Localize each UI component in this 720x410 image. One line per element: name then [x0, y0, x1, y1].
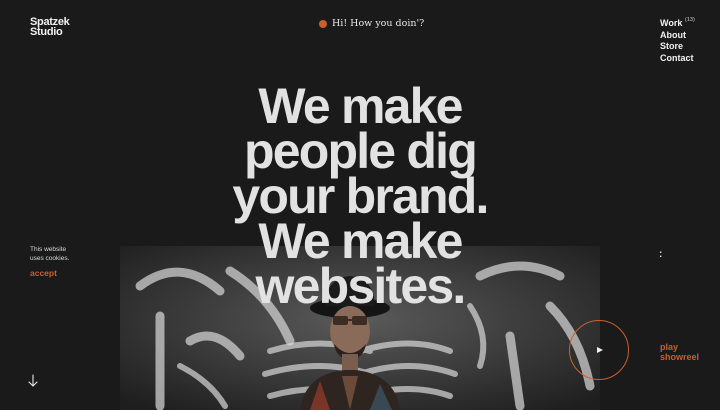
arrow-down-icon[interactable]: [27, 374, 39, 388]
main-nav: Work (13) About Store Contact: [660, 17, 695, 65]
nav-item-contact[interactable]: Contact: [660, 53, 694, 65]
cookie-accept-button[interactable]: accept: [30, 269, 69, 278]
greeting: Hi! How you doin'?: [319, 18, 424, 29]
nav-item-work[interactable]: Work (13): [660, 17, 695, 30]
cookie-notice: This website uses cookies. accept: [30, 245, 69, 278]
showreel-line-1: play: [660, 342, 679, 352]
cookie-text-line-2: uses cookies.: [30, 255, 70, 262]
play-button[interactable]: [569, 320, 629, 380]
status-dot-icon: [319, 19, 327, 28]
nav-item-work-label: Work: [660, 18, 683, 28]
nav-item-about[interactable]: About: [660, 30, 694, 42]
showreel-line-2: showreel: [660, 352, 700, 362]
side-dots: :: [659, 249, 663, 260]
cookie-text-line-1: This website: [30, 246, 67, 253]
work-count-badge: (13): [685, 17, 695, 23]
play-icon: [597, 347, 603, 353]
logo-line-2: Studio: [30, 26, 63, 38]
headline-line-5: websites.: [255, 258, 467, 314]
play-showreel-link[interactable]: play showreel: [660, 342, 699, 362]
hero-headline: We make people dig your brand. We make w…: [0, 81, 720, 314]
greeting-text: Hi! How you doin'?: [332, 18, 425, 29]
logo[interactable]: Spatzek Studio: [30, 17, 70, 38]
nav-item-store[interactable]: Store: [660, 41, 694, 53]
